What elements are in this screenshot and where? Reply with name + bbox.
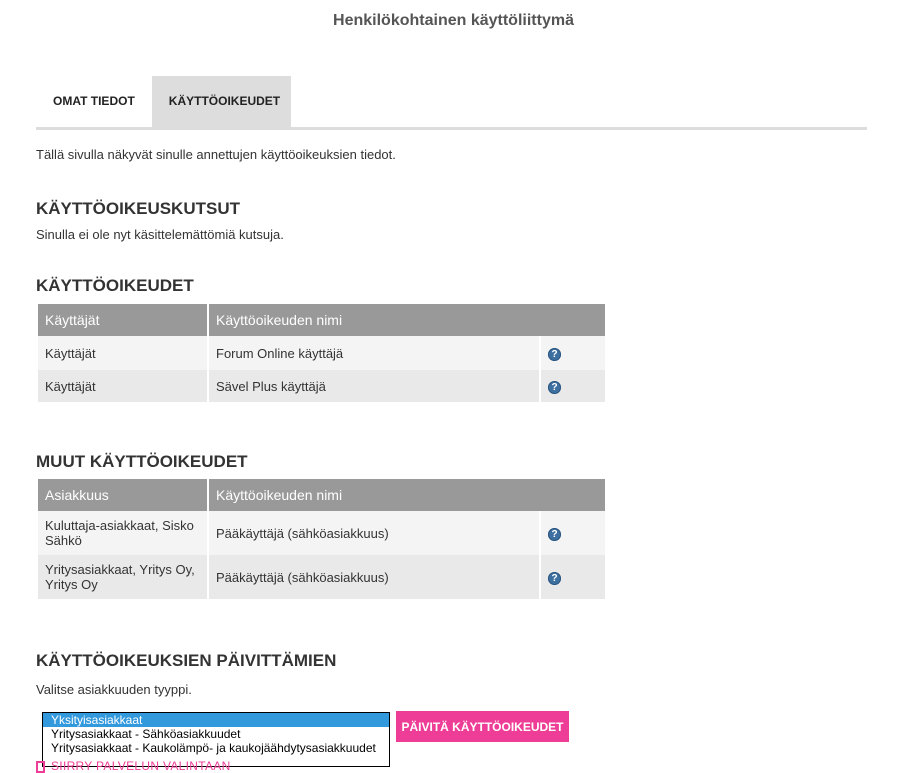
help-cell: ? <box>541 555 605 599</box>
help-cell: ? <box>541 336 605 370</box>
select-option[interactable]: Yritysasiakkaat - Kaukolämpö- ja kaukojä… <box>43 741 389 755</box>
tab-divider <box>36 127 867 130</box>
customer-cell: Kuluttaja-asiakkaat, Sisko Sähkö <box>38 511 207 555</box>
question-icon[interactable]: ? <box>548 381 561 394</box>
other-rights-heading: MUUT KÄYTTÖOIKEUDET <box>36 452 248 471</box>
page-title: Henkilökohtainen käyttöliittymä <box>333 12 574 29</box>
right-name-cell: Pääkäyttäjä (sähköasiakkuus) <box>209 511 539 555</box>
table-row: Yritysasiakkaat, Yritys Oy, Yritys Oy Pä… <box>38 555 605 599</box>
table-header-row: Käyttäjät Käyttöoikeuden nimi <box>38 304 605 336</box>
help-cell: ? <box>541 370 605 402</box>
tab-kayttooikeudet[interactable]: KÄYTTÖOIKEUDET <box>151 76 291 127</box>
table-row: Käyttäjät Forum Online käyttäjä ? <box>38 336 605 370</box>
user-group-cell: Käyttäjät <box>38 370 207 402</box>
right-name-cell: Forum Online käyttäjä <box>209 336 539 370</box>
rights-heading: KÄYTTÖOIKEUDET <box>36 276 194 295</box>
question-icon[interactable]: ? <box>548 572 561 585</box>
column-header: Käyttäjät <box>38 304 207 336</box>
invitations-heading: KÄYTTÖOIKEUSKUTSUT <box>36 199 240 218</box>
update-instruction: Valitse asiakkuuden tyyppi. <box>36 682 192 697</box>
intro-text: Tällä sivulla näkyvät sinulle annettujen… <box>36 147 396 162</box>
column-header: Käyttöoikeuden nimi <box>209 479 605 511</box>
help-cell: ? <box>541 511 605 555</box>
rights-table: Käyttäjät Käyttöoikeuden nimi Käyttäjät … <box>36 304 607 402</box>
table-row: Kuluttaja-asiakkaat, Sisko Sähkö Pääkäyt… <box>38 511 605 555</box>
right-name-cell: Sävel Plus käyttäjä <box>209 370 539 402</box>
select-option[interactable]: Yksityisasiakkaat <box>43 713 389 727</box>
column-header: Asiakkuus <box>38 479 207 511</box>
table-header-row: Asiakkuus Käyttöoikeuden nimi <box>38 479 605 511</box>
invitations-text: Sinulla ei ole nyt käsittelemättömiä kut… <box>36 227 284 242</box>
tab-bar: OMAT TIEDOT KÄYTTÖOIKEUDET <box>36 76 291 127</box>
right-name-cell: Pääkäyttäjä (sähköasiakkuus) <box>209 555 539 599</box>
update-rights-button[interactable]: PÄIVITÄ KÄYTTÖOIKEUDET <box>396 711 569 742</box>
other-rights-table: Asiakkuus Käyttöoikeuden nimi Kuluttaja-… <box>36 479 607 599</box>
customer-cell: Yritysasiakkaat, Yritys Oy, Yritys Oy <box>38 555 207 599</box>
user-group-cell: Käyttäjät <box>38 336 207 370</box>
select-option[interactable]: Yritysasiakkaat - Sähköasiakkuudet <box>43 727 389 741</box>
back-arrow-icon <box>36 760 45 773</box>
table-row: Käyttäjät Sävel Plus käyttäjä ? <box>38 370 605 402</box>
update-heading: KÄYTTÖOIKEUKSIEN PÄIVITTÄMIEN <box>36 651 337 670</box>
column-header: Käyttöoikeuden nimi <box>209 304 605 336</box>
tab-omat-tiedot[interactable]: OMAT TIEDOT <box>36 76 152 127</box>
question-icon[interactable]: ? <box>548 348 561 361</box>
question-icon[interactable]: ? <box>548 528 561 541</box>
